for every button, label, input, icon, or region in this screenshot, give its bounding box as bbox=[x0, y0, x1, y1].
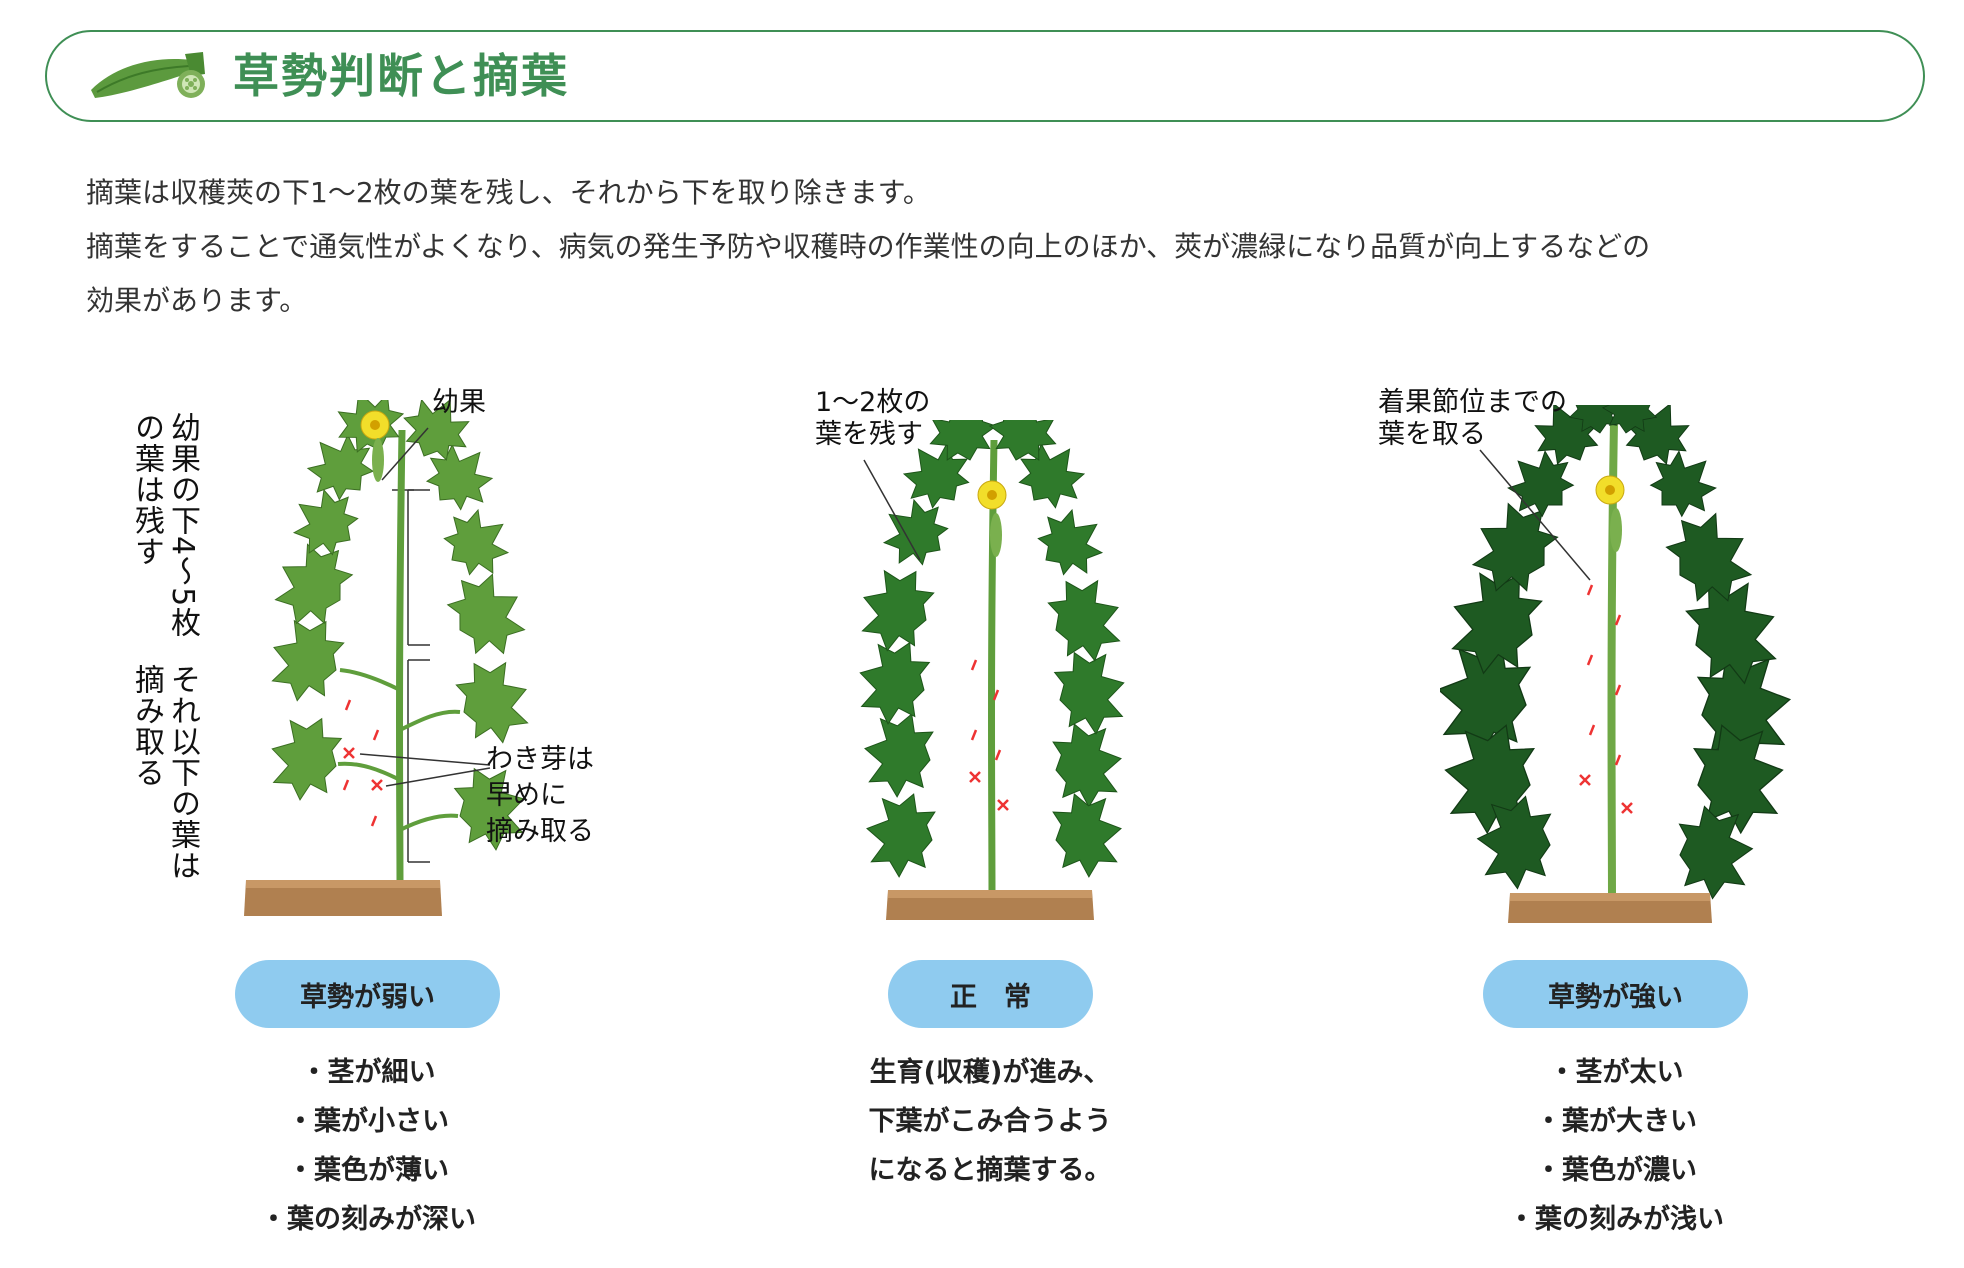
anno-remove-leaves: 着果節位までの 葉を取る bbox=[1378, 387, 1567, 450]
plant-normal bbox=[848, 420, 1136, 920]
label-upper-leaves: 幼果の下4〜5枚の葉は残す bbox=[129, 412, 200, 639]
badge-strong: 草勢が強い bbox=[1483, 960, 1748, 1028]
intro-line-3: 効果があります。 bbox=[86, 284, 308, 317]
desc-weak: ・茎が細い ・葉が小さい ・葉色が薄い ・葉の刻みが深い bbox=[168, 1048, 568, 1244]
desc-normal-2: 下葉がこみ合うよう bbox=[868, 1106, 1112, 1137]
plant-weak bbox=[244, 400, 541, 916]
desc-normal-3: になると摘葉する。 bbox=[868, 1155, 1112, 1186]
desc-weak-4: ・葉の刻みが深い bbox=[260, 1204, 476, 1235]
intro-line-1: 摘葉は収穫莢の下1〜2枚の葉を残し、それから下を取り除きます。 bbox=[86, 176, 931, 209]
anno-keep-leaves: 1〜2枚の 葉を残す bbox=[815, 387, 931, 450]
desc-strong-4: ・葉の刻みが浅い bbox=[1508, 1204, 1724, 1235]
section-header: 草勢判断と摘葉 bbox=[45, 30, 1925, 122]
anno-side-buds: わき芽は 早めに 摘み取る bbox=[486, 744, 594, 847]
desc-strong-2: ・葉が大きい bbox=[1535, 1106, 1697, 1137]
desc-strong-3: ・葉色が濃い bbox=[1535, 1155, 1697, 1186]
badge-weak: 草勢が弱い bbox=[235, 960, 500, 1028]
okra-icon bbox=[91, 52, 205, 98]
intro-text: 摘葉は収穫莢の下1〜2枚の葉を残し、それから下を取り除きます。 摘葉をすることで… bbox=[86, 166, 1886, 328]
plant-strong bbox=[1440, 405, 1800, 923]
desc-strong-1: ・茎が太い bbox=[1548, 1057, 1684, 1088]
badge-normal: 正 常 bbox=[888, 960, 1093, 1028]
desc-weak-1: ・茎が細い bbox=[300, 1057, 436, 1088]
page-title: 草勢判断と摘葉 bbox=[233, 49, 569, 103]
desc-normal: 生育(収穫)が進み、 下葉がこみ合うよう になると摘葉する。 bbox=[790, 1048, 1190, 1195]
desc-normal-1: 生育(収穫)が進み、 bbox=[869, 1057, 1111, 1088]
desc-strong: ・茎が太い ・葉が大きい ・葉色が濃い ・葉の刻みが浅い bbox=[1416, 1048, 1816, 1244]
intro-line-2: 摘葉をすることで通気性がよくなり、病気の発生予防や収穫時の作業性の向上のほか、莢… bbox=[86, 230, 1651, 263]
desc-weak-2: ・葉が小さい bbox=[287, 1106, 449, 1137]
label-lower-leaves: それ以下の葉は摘み取る bbox=[129, 664, 200, 881]
desc-weak-3: ・葉色が薄い bbox=[287, 1155, 449, 1186]
anno-young-fruit: 幼果 bbox=[432, 387, 486, 418]
